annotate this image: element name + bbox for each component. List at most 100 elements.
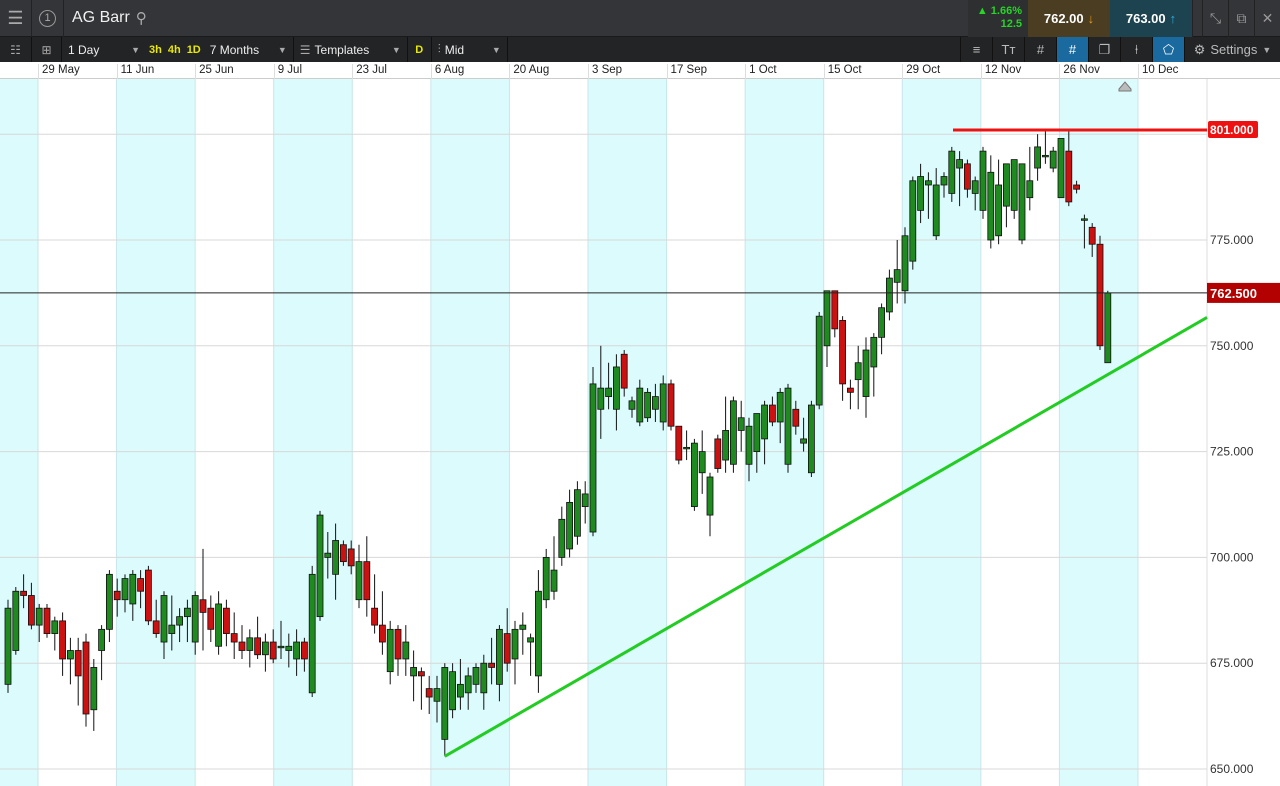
candle-down <box>113 590 121 601</box>
candle-up <box>1081 218 1088 221</box>
candle-down <box>230 633 238 643</box>
price-tick-label: 775.000 <box>1210 233 1254 247</box>
candle-up <box>246 637 254 651</box>
window-number-icon[interactable]: 1 <box>32 0 64 37</box>
date-label: 26 Nov <box>1059 64 1100 79</box>
price-tag-icon[interactable]: ⬠ <box>1152 37 1184 62</box>
candle-down <box>620 353 628 389</box>
candle-up <box>652 396 659 410</box>
candle-down <box>417 671 425 677</box>
candle-down <box>792 408 800 427</box>
templates-select[interactable]: ☰ Templates ▼ <box>294 37 408 62</box>
candle-up <box>191 595 199 643</box>
candle-up <box>566 501 573 550</box>
candle-up <box>698 451 706 474</box>
crosshair-icon[interactable]: ⍿ <box>1120 37 1152 62</box>
sell-price-button[interactable]: 762.00 ↓ <box>1028 0 1110 37</box>
chevron-down-icon: ▼ <box>491 44 501 55</box>
candle-up <box>628 400 636 410</box>
candle-down <box>1096 243 1104 347</box>
layout-icon[interactable]: ⊞ <box>32 37 62 62</box>
candle-up <box>745 425 753 465</box>
candle-up <box>160 595 168 643</box>
range-select[interactable]: 7 Months ▼ <box>204 37 294 62</box>
d-button[interactable]: D <box>408 37 432 62</box>
close-icon[interactable]: ✕ <box>1254 0 1280 37</box>
candle-down <box>269 641 277 660</box>
candle-up <box>410 667 418 677</box>
scale-icon[interactable]: ≡ <box>960 37 992 62</box>
instrument-title[interactable]: AG Barr <box>72 9 130 27</box>
week-band <box>587 79 667 786</box>
text-size-icon[interactable]: Tт <box>992 37 1024 62</box>
candle-down <box>207 607 215 630</box>
candle-down <box>667 383 675 427</box>
candle-up <box>862 349 870 397</box>
candle-up <box>683 446 690 450</box>
candle-up <box>1010 159 1018 211</box>
candle-up <box>90 667 98 711</box>
candle-down <box>839 320 846 385</box>
chevron-down-icon: ▼ <box>131 44 140 55</box>
candle-down <box>378 624 386 643</box>
candle-down <box>347 548 355 567</box>
candle-up <box>456 683 464 698</box>
candle-up <box>706 476 714 516</box>
interval-select[interactable]: 1 Day ▼ <box>62 37 146 62</box>
interval-3h-button[interactable]: 3h <box>146 37 165 62</box>
candle-down <box>20 590 28 596</box>
candlestick-chart[interactable]: 650.000 675.000 700.000 725.000 750.000 775.0… <box>0 79 1280 786</box>
date-label: 10 Dec <box>1137 64 1178 79</box>
price-change: ▲ 1.66% 12.5 <box>968 0 1028 37</box>
candle-up <box>815 315 823 406</box>
interval-4h-button[interactable]: 4h <box>165 37 184 62</box>
buy-price-button[interactable]: 763.00 ↑ <box>1110 0 1192 37</box>
date-label: 17 Sep <box>666 64 707 79</box>
grid-icon[interactable]: # <box>1024 37 1056 62</box>
interval-1d-button[interactable]: 1D <box>184 37 204 62</box>
candle-up <box>1042 154 1049 158</box>
candle-down <box>43 607 51 634</box>
popout-icon[interactable]: ⧉ <box>1228 0 1254 37</box>
candle-up <box>535 590 542 677</box>
candle-up <box>909 180 917 262</box>
minimize-icon[interactable]: ⤡ <box>1202 0 1228 37</box>
candle-up <box>753 413 761 452</box>
interval-value: 1 Day <box>68 42 100 57</box>
candle-up <box>558 518 566 558</box>
last-price-label: 762.500 <box>1210 286 1257 301</box>
price-tick-label: 675.000 <box>1210 656 1254 670</box>
settings-button[interactable]: ⚙ Settings ▼ <box>1184 37 1280 62</box>
candle-up <box>581 493 589 508</box>
candle-down <box>339 544 347 563</box>
candle-up <box>722 430 729 461</box>
search-icon[interactable]: ⚲ <box>136 9 147 27</box>
candle-up <box>808 404 815 474</box>
windows-icon[interactable]: ❐ <box>1088 37 1120 62</box>
date-label: 25 Jun <box>195 64 234 79</box>
candle-up <box>35 607 43 626</box>
list-icon[interactable]: ☷ <box>0 37 32 62</box>
date-label: 11 Jun <box>116 64 154 79</box>
candle-down <box>82 641 90 715</box>
sell-price: 762.00 <box>1043 10 1084 26</box>
candle-down <box>300 641 308 660</box>
date-label: 9 Jul <box>273 64 302 79</box>
candle-up <box>550 569 558 592</box>
price-type-select[interactable]: ⫶ Mid ▼ <box>432 37 508 62</box>
candle-up <box>176 616 184 626</box>
candle-up <box>511 628 519 660</box>
candle-up <box>316 514 324 618</box>
candle-up <box>1104 292 1112 364</box>
candle-up <box>1003 163 1010 207</box>
candle-up <box>644 391 651 419</box>
candle-up <box>519 624 527 630</box>
menu-icon[interactable]: ☰ <box>0 0 32 37</box>
candle-up <box>995 184 1002 237</box>
candle-up <box>495 628 503 685</box>
candle-up <box>636 387 644 423</box>
price-tick-label: 650.000 <box>1210 762 1254 776</box>
settings-label: Settings <box>1210 42 1258 57</box>
grid-draw-icon[interactable]: # <box>1056 37 1088 62</box>
candle-up <box>527 637 534 643</box>
